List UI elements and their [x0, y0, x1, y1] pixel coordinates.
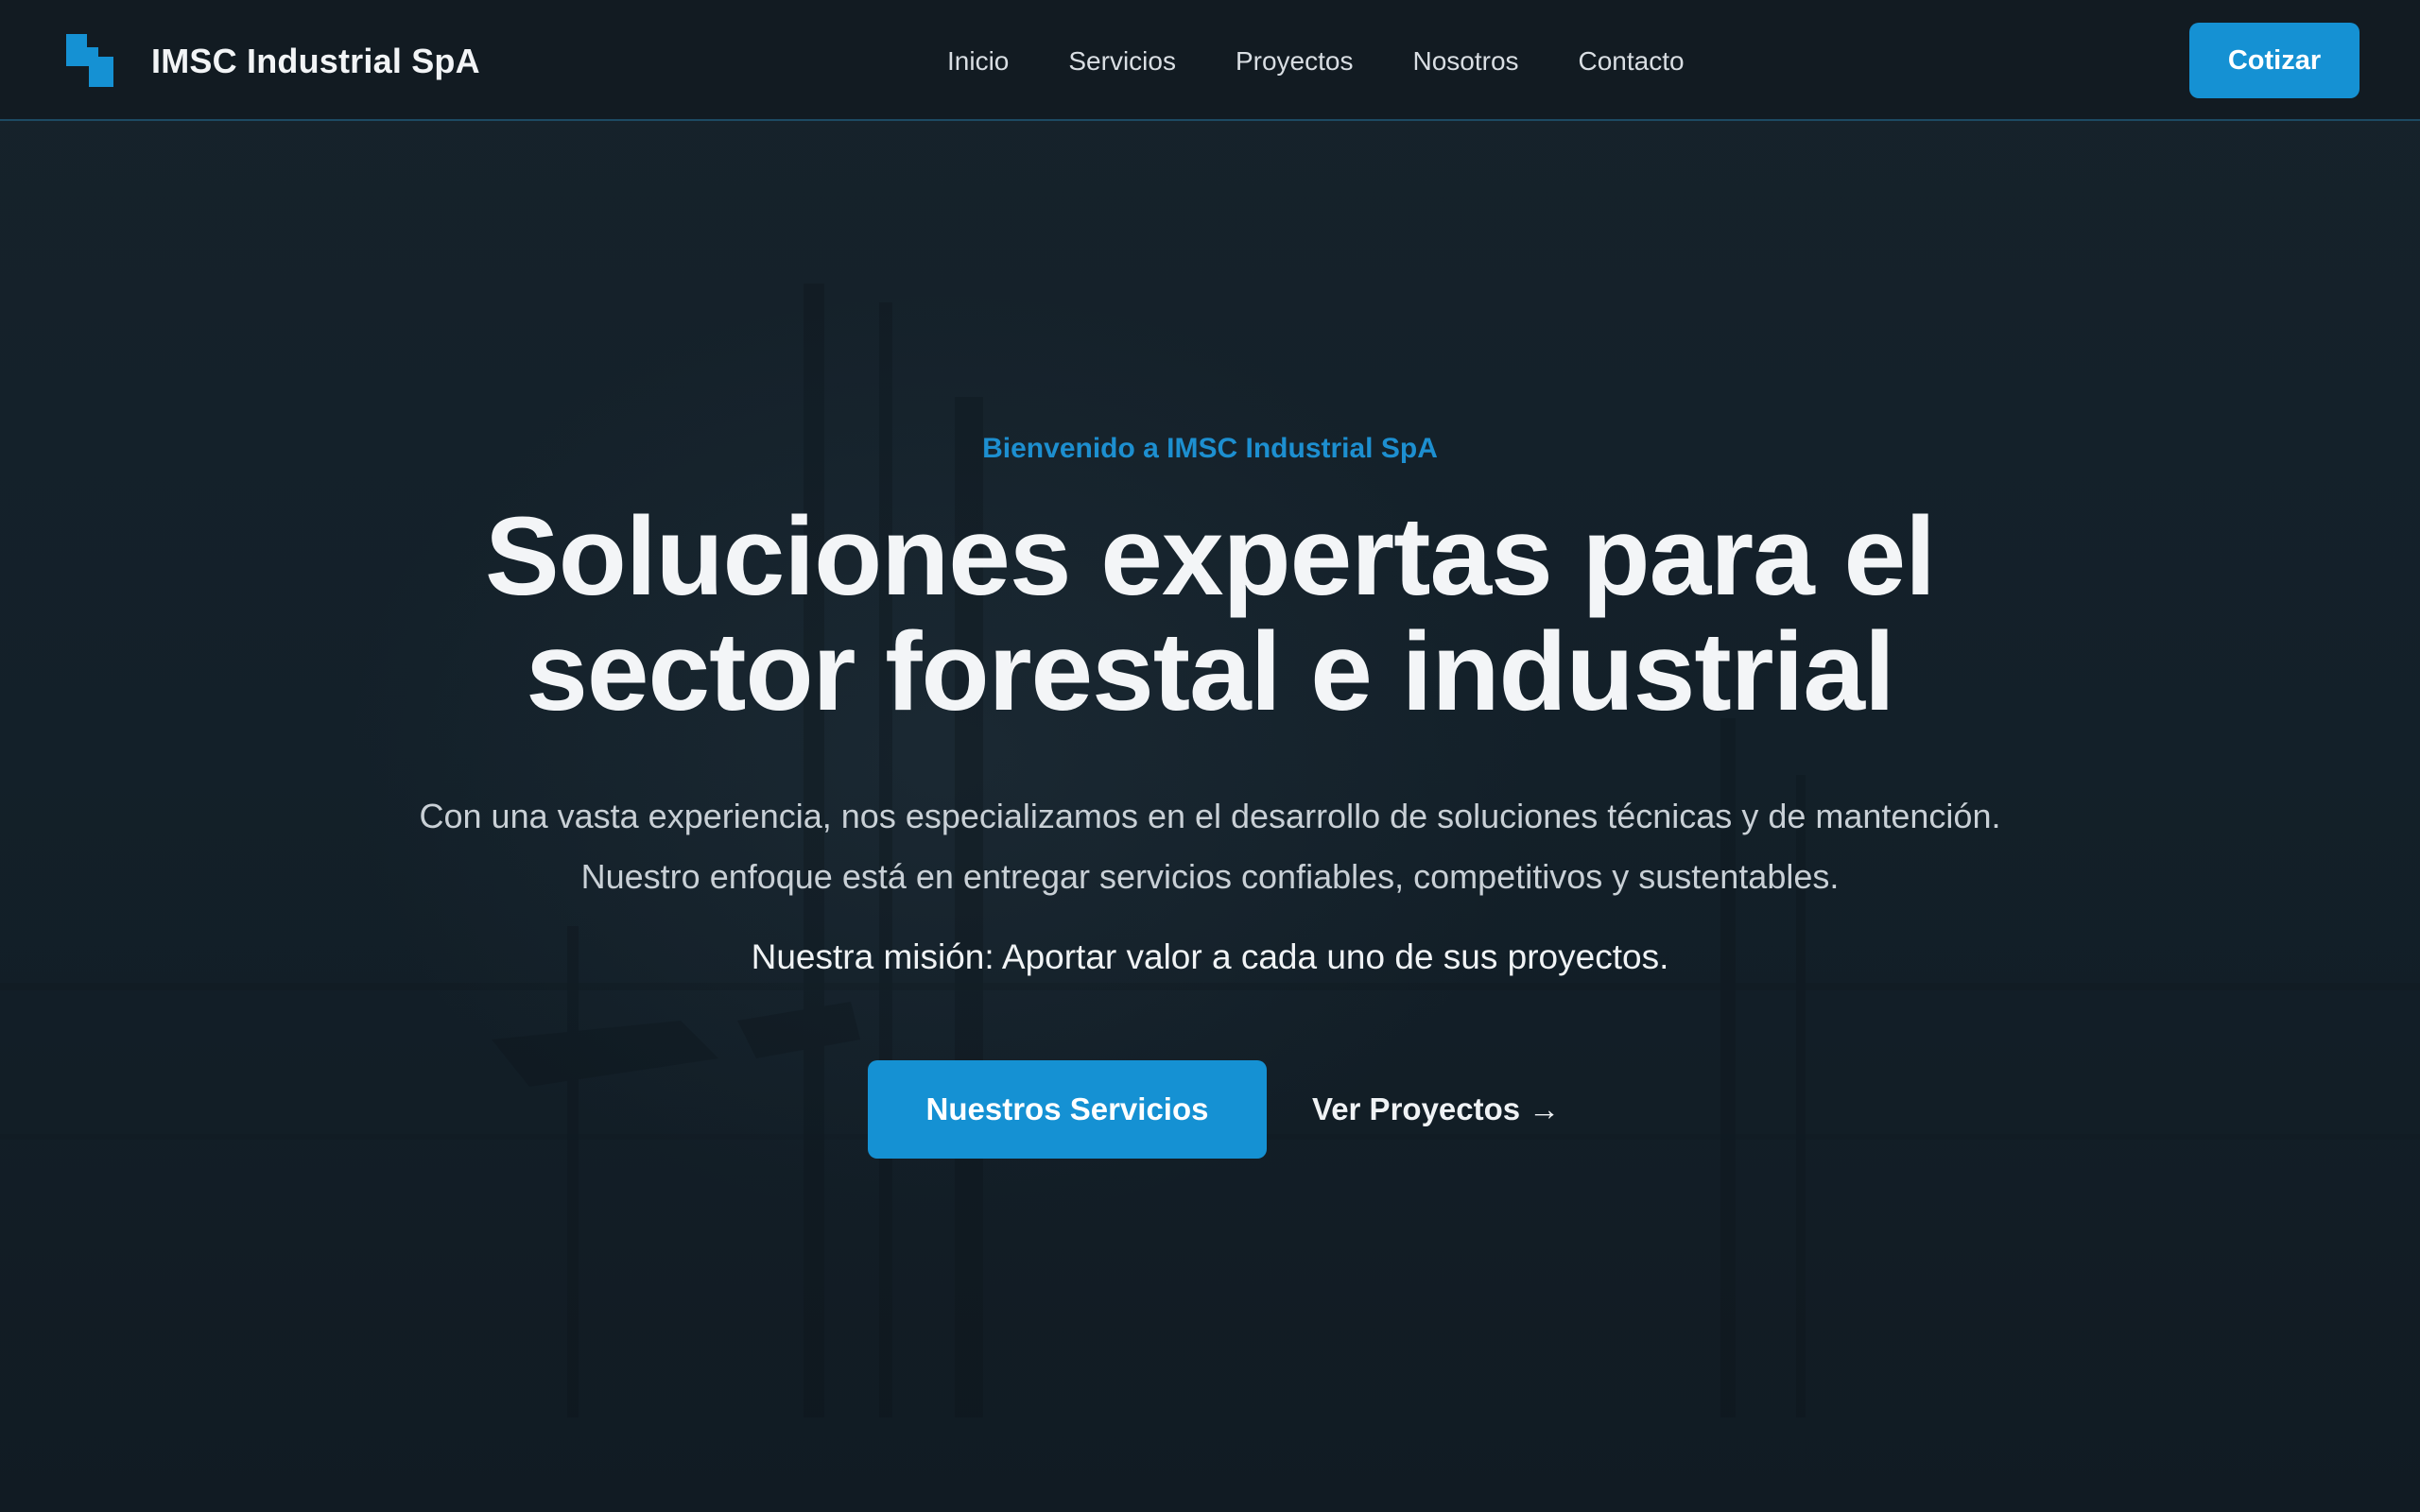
- hero-headline-line-2: sector forestal e industrial: [526, 610, 1894, 734]
- nav-item-inicio[interactable]: Inicio: [947, 38, 1009, 85]
- nav-item-proyectos[interactable]: Proyectos: [1236, 38, 1354, 85]
- page: IMSC Industrial SpA Inicio Servicios Pro…: [0, 0, 2420, 1512]
- stacked-blocks-logo-icon[interactable]: [66, 34, 115, 87]
- nav-item-contacto[interactable]: Contacto: [1579, 38, 1685, 85]
- hero-headline: Soluciones expertas para el sector fores…: [0, 499, 2420, 730]
- hero-headline-line-1: Soluciones expertas para el: [485, 494, 1936, 619]
- ver-proyectos-link[interactable]: Ver Proyectos →: [1312, 1060, 1560, 1159]
- hero-subtitle-line-1: Con una vasta experiencia, nos especiali…: [419, 797, 2001, 835]
- nav-item-servicios[interactable]: Servicios: [1068, 38, 1176, 85]
- brand-name[interactable]: IMSC Industrial SpA: [151, 38, 480, 85]
- hero-section: Bienvenido a IMSC Industrial SpA Solucio…: [0, 121, 2420, 1512]
- mission-statement: Nuestra misión: Aportar valor a cada uno…: [751, 937, 1669, 976]
- hero-eyebrow: Bienvenido a IMSC Industrial SpA: [982, 433, 1438, 464]
- hero-subtitle: Con una vasta experiencia, nos especiali…: [0, 786, 2420, 907]
- hero-subtitle-line-2: Nuestro enfoque está en entregar servici…: [580, 857, 1840, 896]
- nuestros-servicios-button[interactable]: Nuestros Servicios: [868, 1060, 1267, 1159]
- cotizar-button[interactable]: Cotizar: [2189, 23, 2360, 98]
- main-nav: Inicio Servicios Proyectos Nosotros Cont…: [947, 38, 1685, 85]
- nav-item-nosotros[interactable]: Nosotros: [1412, 38, 1518, 85]
- hero-actions: Nuestros Servicios Ver Proyectos →: [868, 1060, 1560, 1159]
- site-header: IMSC Industrial SpA Inicio Servicios Pro…: [0, 0, 2420, 121]
